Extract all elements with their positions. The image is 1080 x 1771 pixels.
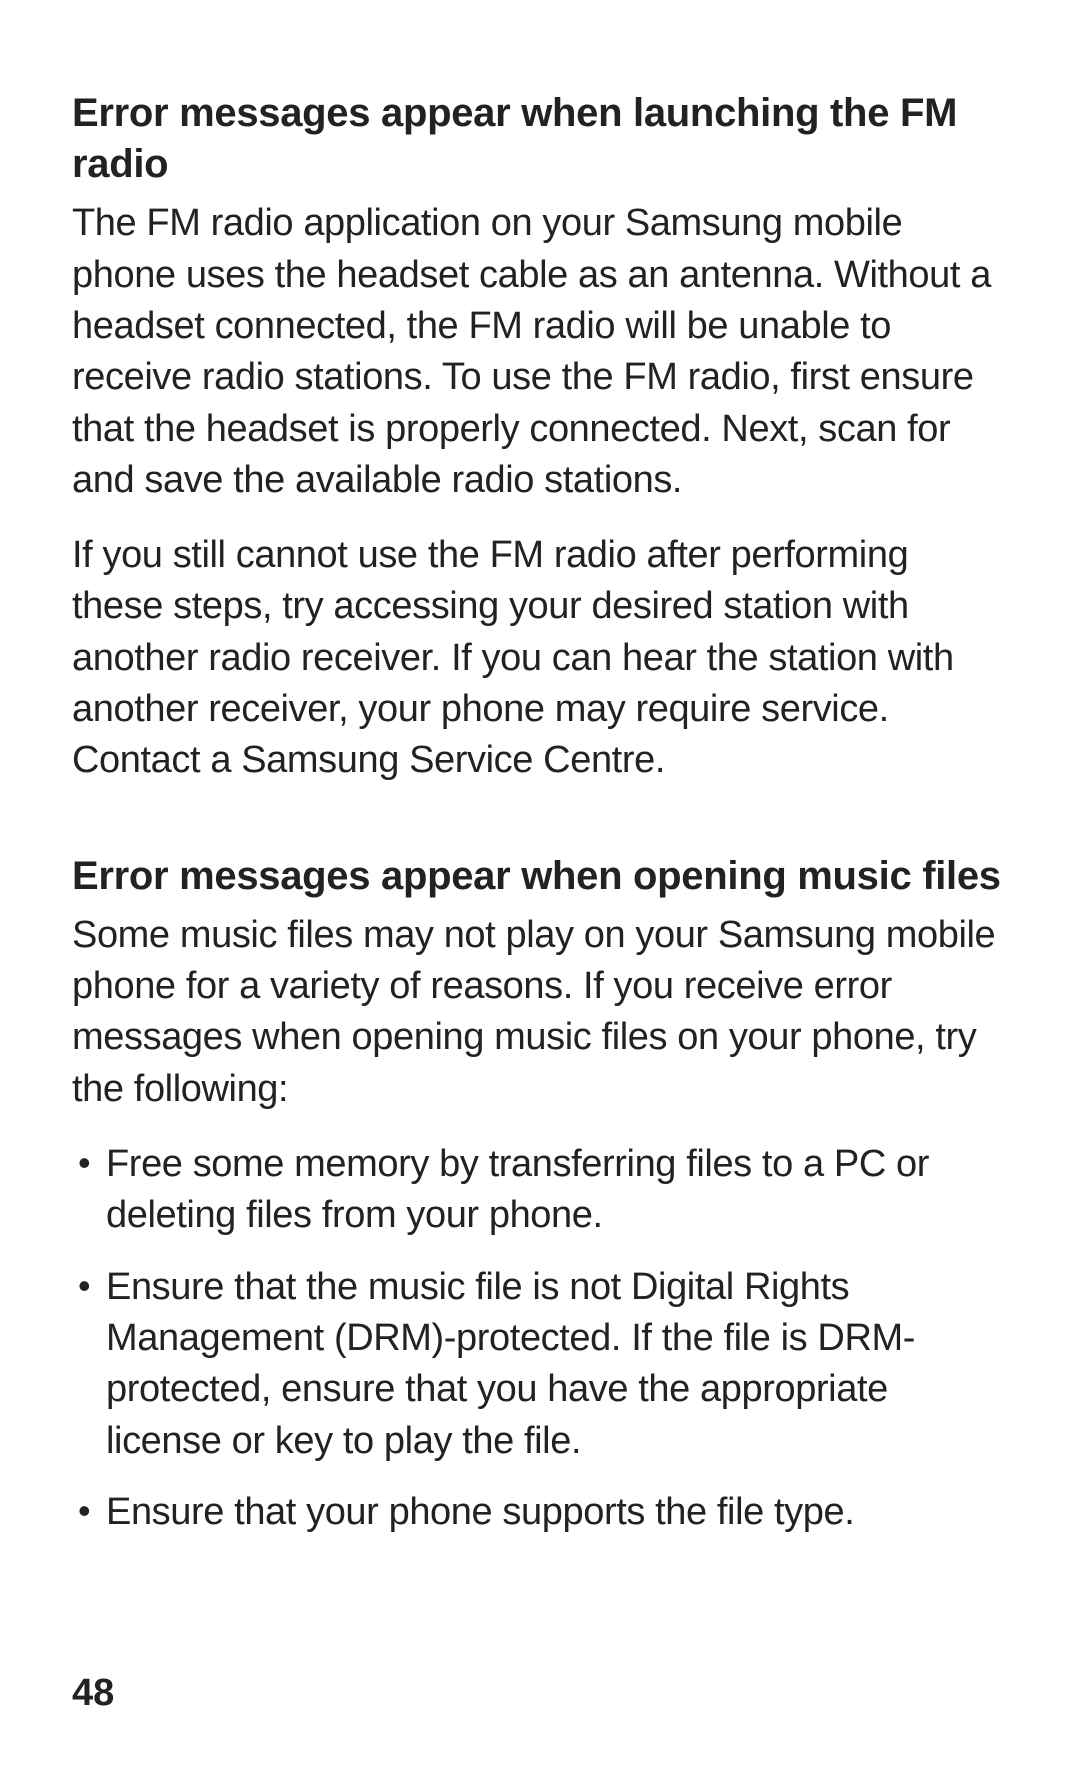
para-music-files-intro: Some music files may not play on your Sa… [72, 910, 1008, 1115]
manual-page: Error messages appear when launching the… [0, 0, 1080, 1771]
para-fm-radio-1: The FM radio application on your Samsung… [72, 198, 1008, 506]
section-heading-music-files: Error messages appear when opening music… [72, 851, 1008, 902]
para-fm-radio-2: If you still cannot use the FM radio aft… [72, 530, 1008, 786]
section-heading-fm-radio: Error messages appear when launching the… [72, 88, 1008, 190]
bullet-list: Free some memory by transferring files t… [72, 1139, 1008, 1538]
list-item: Ensure that your phone supports the file… [72, 1487, 1008, 1538]
page-number: 48 [72, 1672, 114, 1715]
list-item: Ensure that the music file is not Digita… [72, 1262, 1008, 1467]
list-item: Free some memory by transferring files t… [72, 1139, 1008, 1242]
